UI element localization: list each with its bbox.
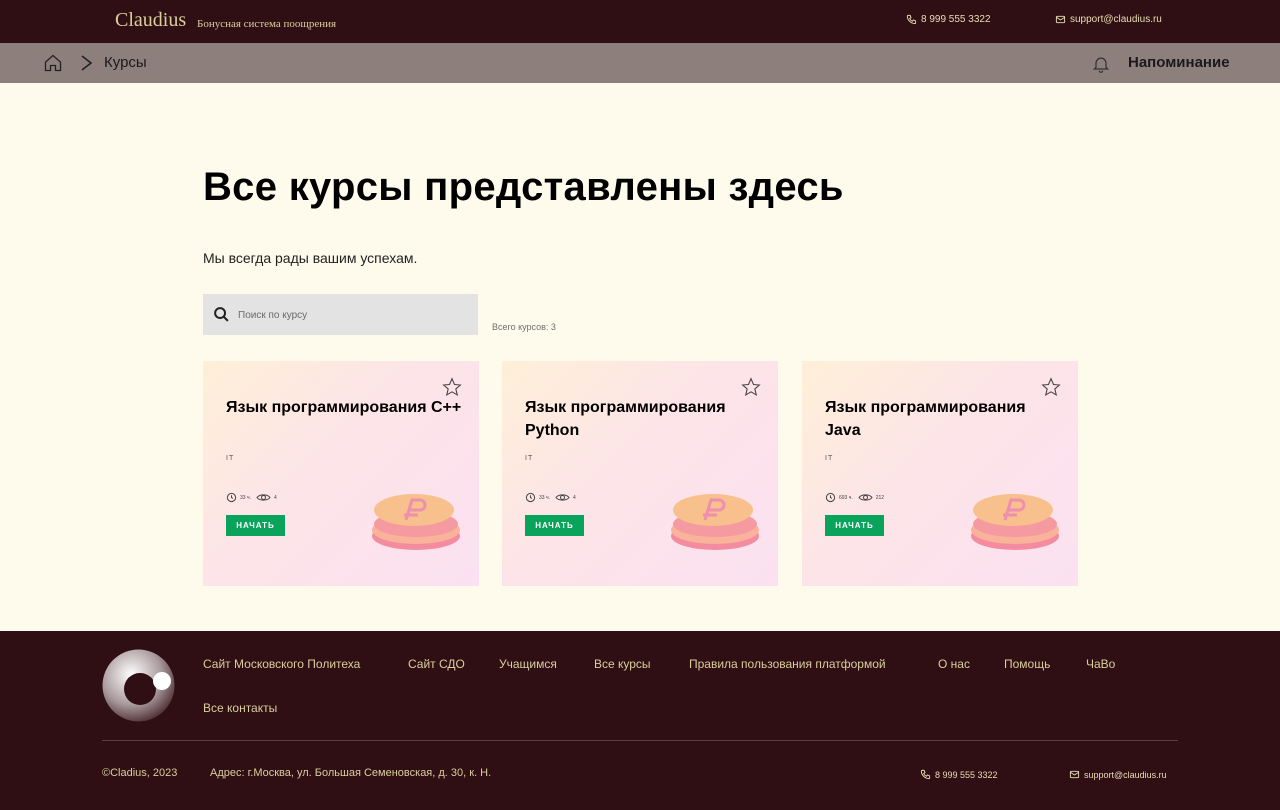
footer-link[interactable]: Сайт Московского Политеха bbox=[203, 657, 360, 671]
star-icon[interactable] bbox=[442, 377, 462, 397]
header-phone[interactable]: 8 999 555 3322 bbox=[906, 14, 991, 25]
course-category: IT bbox=[825, 455, 834, 462]
footer-email-text: support@claudius.ru bbox=[1084, 769, 1167, 780]
course-count: Всего курсов: 3 bbox=[492, 322, 556, 332]
bell-icon[interactable] bbox=[1091, 54, 1111, 74]
footer: Сайт Московского Политеха Сайт СДО Учащи… bbox=[0, 631, 1280, 810]
course-hours: 693 ч. bbox=[839, 494, 853, 501]
clock-icon bbox=[525, 492, 536, 503]
course-title[interactable]: Язык программирования Java bbox=[825, 396, 1065, 442]
coins-icon bbox=[671, 494, 759, 550]
eye-icon bbox=[256, 494, 271, 501]
chevron-right-icon bbox=[81, 55, 93, 71]
course-category: IT bbox=[226, 455, 235, 462]
start-course-button[interactable]: НАЧАТЬ bbox=[825, 515, 884, 536]
footer-phone[interactable]: 8 999 555 3322 bbox=[920, 769, 998, 780]
clock-icon bbox=[226, 492, 237, 503]
footer-phone-text: 8 999 555 3322 bbox=[935, 769, 998, 780]
logo-icon[interactable] bbox=[102, 649, 175, 722]
course-hours: 33 ч. bbox=[539, 494, 550, 501]
page-subtitle: Мы всегда рады вашим успехам. bbox=[203, 250, 418, 266]
footer-link[interactable]: Все курсы bbox=[594, 657, 651, 671]
reminder-link[interactable]: Напоминание bbox=[1128, 54, 1230, 71]
footer-link[interactable]: Учащимся bbox=[499, 657, 557, 671]
footer-link[interactable]: О нас bbox=[938, 657, 970, 671]
header-phone-text: 8 999 555 3322 bbox=[921, 14, 991, 25]
course-views: 4 bbox=[572, 494, 576, 501]
top-header: Claudius Бонусная система поощрения 8 99… bbox=[0, 0, 1280, 43]
start-course-button[interactable]: НАЧАТЬ bbox=[226, 515, 285, 536]
course-meta: 33 ч. 4 bbox=[525, 492, 576, 503]
phone-icon bbox=[920, 769, 931, 780]
page-title: Все курсы представлены здесь bbox=[203, 165, 844, 209]
footer-divider bbox=[102, 740, 1178, 741]
footer-link[interactable]: Сайт СДО bbox=[408, 657, 465, 671]
course-card[interactable]: Язык программирования C++ IT 33 ч. 4 НАЧ… bbox=[203, 361, 479, 586]
mail-icon bbox=[1069, 770, 1080, 779]
coins-icon bbox=[372, 494, 460, 550]
search-icon[interactable] bbox=[213, 306, 230, 323]
brand-tagline: Бонусная система поощрения bbox=[197, 18, 337, 30]
course-card[interactable]: Язык программирования Python IT 33 ч. 4 … bbox=[502, 361, 778, 586]
clock-icon bbox=[825, 492, 836, 503]
search-input[interactable] bbox=[238, 304, 468, 326]
course-views: 212 bbox=[875, 494, 885, 501]
footer-address: Адрес: г.Москва, ул. Большая Семеновская… bbox=[210, 767, 492, 779]
course-title[interactable]: Язык программирования C++ bbox=[226, 396, 466, 419]
mail-icon bbox=[1055, 15, 1066, 24]
brand-logo-text[interactable]: Claudius bbox=[115, 9, 186, 32]
footer-link[interactable]: Помощь bbox=[1004, 657, 1050, 671]
eye-icon bbox=[555, 494, 570, 501]
header-email[interactable]: support@claudius.ru bbox=[1055, 14, 1162, 25]
breadcrumb-current[interactable]: Курсы bbox=[104, 54, 147, 71]
footer-copyright: ©Cladius, 2023 bbox=[102, 767, 178, 779]
course-meta: 693 ч. 212 bbox=[825, 492, 884, 503]
breadcrumb-bar: Курсы Напоминание bbox=[0, 43, 1280, 83]
footer-email[interactable]: support@claudius.ru bbox=[1069, 769, 1167, 780]
home-icon[interactable] bbox=[43, 53, 63, 73]
footer-link[interactable]: Все контакты bbox=[203, 701, 277, 715]
footer-link[interactable]: ЧаВо bbox=[1086, 657, 1115, 671]
phone-icon bbox=[906, 14, 917, 25]
course-card[interactable]: Язык программирования Java IT 693 ч. 212… bbox=[802, 361, 1078, 586]
eye-icon bbox=[858, 494, 873, 501]
course-hours: 33 ч. bbox=[240, 494, 251, 501]
star-icon[interactable] bbox=[1041, 377, 1061, 397]
header-email-text: support@claudius.ru bbox=[1070, 14, 1162, 25]
start-course-button[interactable]: НАЧАТЬ bbox=[525, 515, 584, 536]
star-icon[interactable] bbox=[741, 377, 761, 397]
course-title[interactable]: Язык программирования Python bbox=[525, 396, 765, 442]
course-meta: 33 ч. 4 bbox=[226, 492, 277, 503]
course-category: IT bbox=[525, 455, 534, 462]
search-box[interactable] bbox=[203, 294, 478, 335]
course-views: 4 bbox=[273, 494, 277, 501]
coins-icon bbox=[971, 494, 1059, 550]
footer-link[interactable]: Правила пользования платформой bbox=[689, 657, 886, 671]
